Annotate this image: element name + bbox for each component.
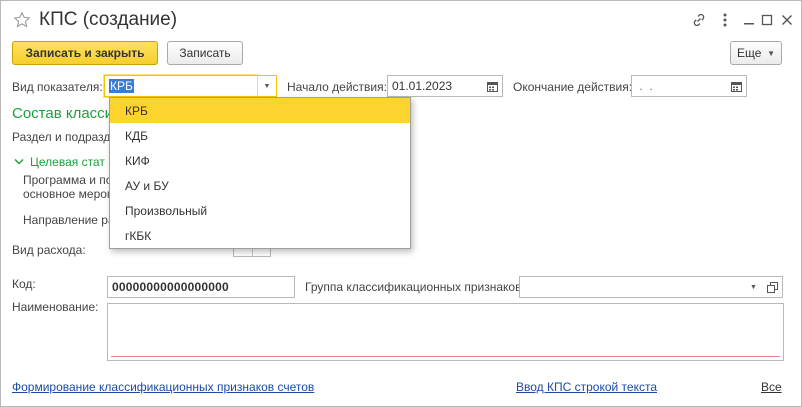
indicator-type-field[interactable]: КРБ	[104, 75, 258, 97]
calendar-icon	[487, 81, 498, 92]
indicator-type-dropdown-list: КРБ КДБ КИФ АУ и БУ Произвольный гКБК	[109, 97, 411, 249]
triangle-down-icon: ▼	[263, 82, 271, 90]
save-and-close-button[interactable]: Записать и закрыть	[12, 41, 158, 65]
end-date-calendar-button[interactable]	[727, 75, 747, 97]
program-label-line2: основное мероп	[23, 187, 114, 201]
target-group-toggle[interactable]: Целевая стат	[14, 155, 105, 169]
open-window-icon	[767, 281, 778, 293]
dropdown-item-krb[interactable]: КРБ	[110, 98, 410, 123]
save-button[interactable]: Записать	[167, 41, 243, 65]
section-subtitle: Раздел и подразд	[12, 130, 111, 144]
indicator-type-label: Вид показателя:	[12, 80, 103, 94]
direction-label: Направление ра	[23, 213, 115, 227]
favorite-star-icon[interactable]	[13, 11, 31, 29]
start-date-field[interactable]: 01.01.2023	[387, 75, 484, 97]
group-dropdown-button[interactable]: ▼	[744, 276, 764, 298]
dropdown-item-au-bu[interactable]: АУ и БУ	[110, 173, 410, 198]
more-button[interactable]: Еще ▼	[730, 41, 782, 65]
window: КПС (создание) Записать и закрыть Записа…	[0, 0, 802, 407]
dropdown-item-gkbk[interactable]: гКБК	[110, 223, 410, 248]
calendar-icon	[731, 81, 742, 92]
code-label: Код:	[12, 277, 36, 291]
target-group-label: Целевая стат	[30, 155, 105, 169]
indicator-type-dropdown-button[interactable]: ▼	[257, 75, 277, 97]
name-label: Наименование:	[12, 300, 99, 314]
more-button-label: Еще	[737, 46, 762, 60]
end-date-label: Окончание действия:	[513, 80, 633, 94]
indicator-type-value: КРБ	[109, 79, 134, 93]
section-title: Состав класси	[12, 105, 114, 122]
code-field[interactable]: 00000000000000000	[107, 276, 295, 298]
dropdown-item-kif[interactable]: КИФ	[110, 148, 410, 173]
minimize-icon[interactable]	[739, 10, 759, 30]
window-title: КПС (создание)	[39, 9, 178, 30]
program-label-line1: Программа и по	[23, 173, 113, 187]
dropdown-item-kdb[interactable]: КДБ	[110, 123, 410, 148]
triangle-down-icon: ▼	[767, 48, 775, 58]
end-date-field[interactable]: . .	[631, 75, 728, 97]
close-icon[interactable]	[777, 10, 797, 30]
triangle-down-icon: ▼	[750, 283, 757, 291]
start-date-calendar-button[interactable]	[483, 75, 503, 97]
text-input-link[interactable]: Ввод КПС строкой текста	[516, 380, 657, 394]
group-open-button[interactable]	[763, 276, 783, 298]
accounts-attributes-link[interactable]: Формирование классификационных признаков…	[12, 380, 314, 394]
link-icon[interactable]	[689, 10, 709, 30]
group-field[interactable]	[519, 276, 745, 298]
start-date-label: Начало действия:	[287, 80, 387, 94]
dropdown-item-custom[interactable]: Произвольный	[110, 198, 410, 223]
group-label: Группа классификационных признаков:	[305, 280, 525, 294]
name-textarea[interactable]	[107, 303, 784, 361]
all-link[interactable]: Все	[761, 380, 782, 394]
chevron-down-icon	[14, 159, 24, 165]
maximize-icon[interactable]	[757, 10, 777, 30]
kebab-menu-icon[interactable]	[715, 10, 735, 30]
expense-type-label: Вид расхода:	[12, 243, 86, 257]
